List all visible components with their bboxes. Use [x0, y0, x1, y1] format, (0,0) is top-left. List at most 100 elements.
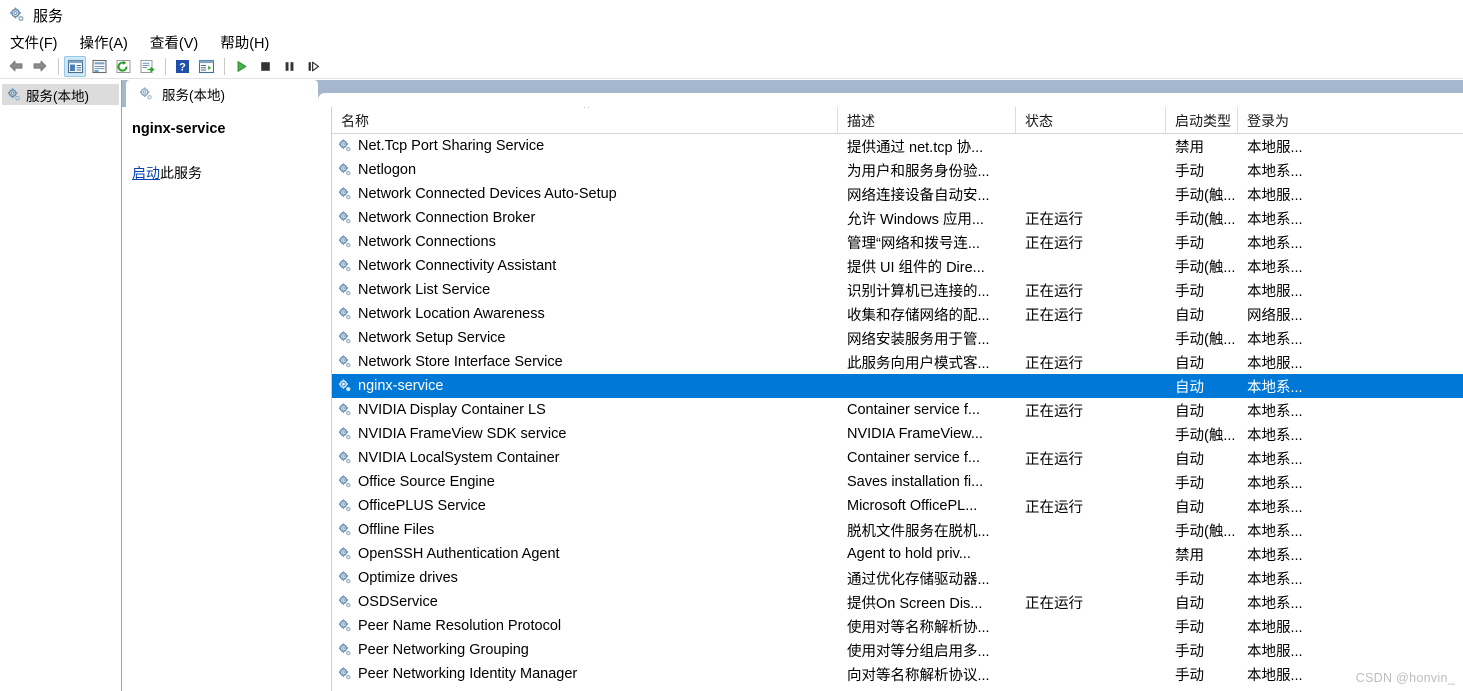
service-gear-icon [337, 642, 353, 658]
list-header-row: 名称 ^ 描述 状态 启动类型 登录为 [332, 107, 1463, 134]
cell-description: 允许 Windows 应用... [838, 208, 1016, 229]
cell-startup-type-text: 手动(触... [1175, 211, 1236, 228]
column-header-status[interactable]: 状态 [1016, 107, 1166, 134]
restart-service-icon[interactable] [302, 56, 324, 77]
cell-status: 正在运行 [1016, 352, 1166, 373]
export-list-icon[interactable] [136, 56, 158, 77]
column-header-name[interactable]: 名称 ^ [332, 107, 838, 134]
cell-logon-as-text: 网络服... [1247, 307, 1303, 324]
cell-logon-as: 本地系... [1238, 232, 1378, 253]
start-service-link[interactable]: 启动 [132, 165, 160, 181]
back-icon[interactable] [5, 56, 27, 77]
show-hide-tree-icon[interactable] [64, 55, 86, 77]
cell-service-name: OpenSSH Authentication Agent [332, 546, 838, 562]
cell-service-name: Net.Tcp Port Sharing Service [332, 138, 838, 154]
cell-startup-type: 禁用 [1166, 544, 1238, 565]
table-row[interactable]: Network Setup Service 网络安装服务用于管... 手动(触...… [332, 326, 1463, 350]
services-window: 服务 文件(F) 操作(A) 查看(V) 帮助(H) ? 服务(本地) 服务(本… [0, 0, 1463, 691]
cell-startup-type-text: 手动(触... [1175, 523, 1236, 540]
cell-logon-as: 本地系... [1238, 592, 1378, 613]
cell-logon-as: 本地系... [1238, 376, 1378, 397]
cell-startup-type: 自动 [1166, 304, 1238, 325]
table-row[interactable]: Peer Networking Grouping 使用对等分组启用多... 手动 本地… [332, 638, 1463, 662]
service-gear-icon [337, 162, 353, 178]
menu-action[interactable]: 操作(A) [80, 30, 138, 55]
cell-logon-as-text: 本地系... [1247, 499, 1303, 516]
toolbar-separator-3 [224, 57, 225, 75]
table-row[interactable]: Peer Networking Identity Manager 向对等名称解析协… [332, 662, 1463, 686]
table-row[interactable]: NVIDIA FrameView SDK service NVIDIA Frame… [332, 422, 1463, 446]
refresh-icon[interactable] [112, 56, 134, 77]
cell-logon-as-text: 本地系... [1247, 523, 1303, 540]
cell-service-name-text: Offline Files [358, 522, 435, 538]
table-row[interactable]: NVIDIA LocalSystem Container Container se… [332, 446, 1463, 470]
table-row[interactable]: OSDService 提供On Screen Dis... 正在运行 自动 本地系... [332, 590, 1463, 614]
cell-startup-type: 自动 [1166, 496, 1238, 517]
table-row[interactable]: Net.Tcp Port Sharing Service 提供通过 net.tcp… [332, 134, 1463, 158]
table-row[interactable]: Network Connections 管理“网络和拨号连... 正在运行 手动 本地系… [332, 230, 1463, 254]
cell-service-name-text: Network Connection Broker [358, 210, 536, 226]
table-row[interactable]: OpenSSH Authentication Agent Agent to hol… [332, 542, 1463, 566]
cell-startup-type-text: 手动 [1175, 643, 1204, 660]
stop-service-icon[interactable] [254, 56, 276, 77]
help-icon[interactable]: ? [171, 56, 193, 77]
table-row[interactable]: Network Location Awareness 收集和存储网络的配... 正在… [332, 302, 1463, 326]
column-header-startup-type[interactable]: 启动类型 [1166, 107, 1238, 134]
cell-status-text: 正在运行 [1025, 499, 1083, 516]
column-header-description[interactable]: 描述 [838, 107, 1016, 134]
cell-startup-type-text: 手动(触... [1175, 187, 1236, 204]
cell-status: 正在运行 [1016, 448, 1166, 469]
cell-service-name: Peer Networking Identity Manager [332, 666, 838, 682]
table-row[interactable]: Network List Service 识别计算机已连接的... 正在运行 手动 本地… [332, 278, 1463, 302]
service-gear-icon [337, 474, 353, 490]
cell-service-name-text: OpenSSH Authentication Agent [358, 546, 560, 562]
table-row[interactable]: Network Connectivity Assistant 提供 UI 组件的 … [332, 254, 1463, 278]
cell-description: 网络连接设备自动安... [838, 184, 1016, 205]
cell-service-name: Office Source Engine [332, 474, 838, 490]
menu-file[interactable]: 文件(F) [10, 30, 68, 55]
cell-startup-type: 手动 [1166, 616, 1238, 637]
table-row[interactable]: Netlogon 为用户和服务身份验... 手动 本地系... [332, 158, 1463, 182]
service-gear-icon [337, 354, 353, 370]
cell-startup-type-text: 自动 [1175, 499, 1204, 516]
table-row[interactable]: OfficePLUS Service Microsoft OfficePL... 正… [332, 494, 1463, 518]
cell-startup-type: 自动 [1166, 400, 1238, 421]
table-row[interactable]: Network Connection Broker 允许 Windows 应用..… [332, 206, 1463, 230]
menu-view[interactable]: 查看(V) [150, 30, 208, 55]
cell-service-name-text: NVIDIA Display Container LS [358, 402, 546, 418]
show-action-pane-icon[interactable] [195, 56, 217, 77]
cell-description: 使用对等分组启用多... [838, 640, 1016, 661]
start-service-icon[interactable] [230, 56, 252, 77]
cell-logon-as-text: 本地系... [1247, 211, 1303, 228]
table-row[interactable]: Office Source Engine Saves installation f… [332, 470, 1463, 494]
cell-logon-as-text: 本地系... [1247, 379, 1303, 396]
service-details-pane: nginx-service 启动此服务 [122, 107, 332, 691]
tree-item-services-local[interactable]: 服务(本地) [2, 84, 119, 105]
table-row[interactable]: Offline Files 脱机文件服务在脱机... 手动(触... 本地系... [332, 518, 1463, 542]
cell-service-name: NVIDIA LocalSystem Container [332, 450, 838, 466]
table-row[interactable]: Optimize drives 通过优化存储驱动器... 手动 本地系... [332, 566, 1463, 590]
service-gear-icon [337, 570, 353, 586]
table-row[interactable]: Peer Name Resolution Protocol 使用对等名称解析协..… [332, 614, 1463, 638]
cell-description: Container service f... [838, 450, 1016, 466]
cell-description-text: Microsoft OfficePL... [847, 498, 978, 514]
service-gear-icon [337, 402, 353, 418]
table-row[interactable]: nginx-service 自动 本地系... [332, 374, 1463, 398]
cell-logon-as-text: 本地系... [1247, 547, 1303, 564]
cell-startup-type-text: 禁用 [1175, 547, 1204, 564]
column-header-logon-as[interactable]: 登录为 [1238, 107, 1378, 134]
cell-service-name-text: NVIDIA FrameView SDK service [358, 426, 567, 442]
tab-services-local[interactable]: 服务(本地) [126, 80, 318, 107]
table-row[interactable]: Network Store Interface Service 此服务向用户模式客… [332, 350, 1463, 374]
cell-description-text: 管理“网络和拨号连... [847, 235, 980, 252]
cell-logon-as: 本地系... [1238, 256, 1378, 277]
cell-startup-type: 禁用 [1166, 136, 1238, 157]
cell-logon-as: 本地系... [1238, 568, 1378, 589]
table-row[interactable]: Network Connected Devices Auto-Setup 网络连接… [332, 182, 1463, 206]
menu-help[interactable]: 帮助(H) [220, 30, 279, 55]
properties-icon[interactable] [88, 56, 110, 77]
forward-icon[interactable] [29, 56, 51, 77]
cell-startup-type: 手动(触... [1166, 328, 1238, 349]
table-row[interactable]: NVIDIA Display Container LS Container ser… [332, 398, 1463, 422]
pause-service-icon[interactable] [278, 56, 300, 77]
